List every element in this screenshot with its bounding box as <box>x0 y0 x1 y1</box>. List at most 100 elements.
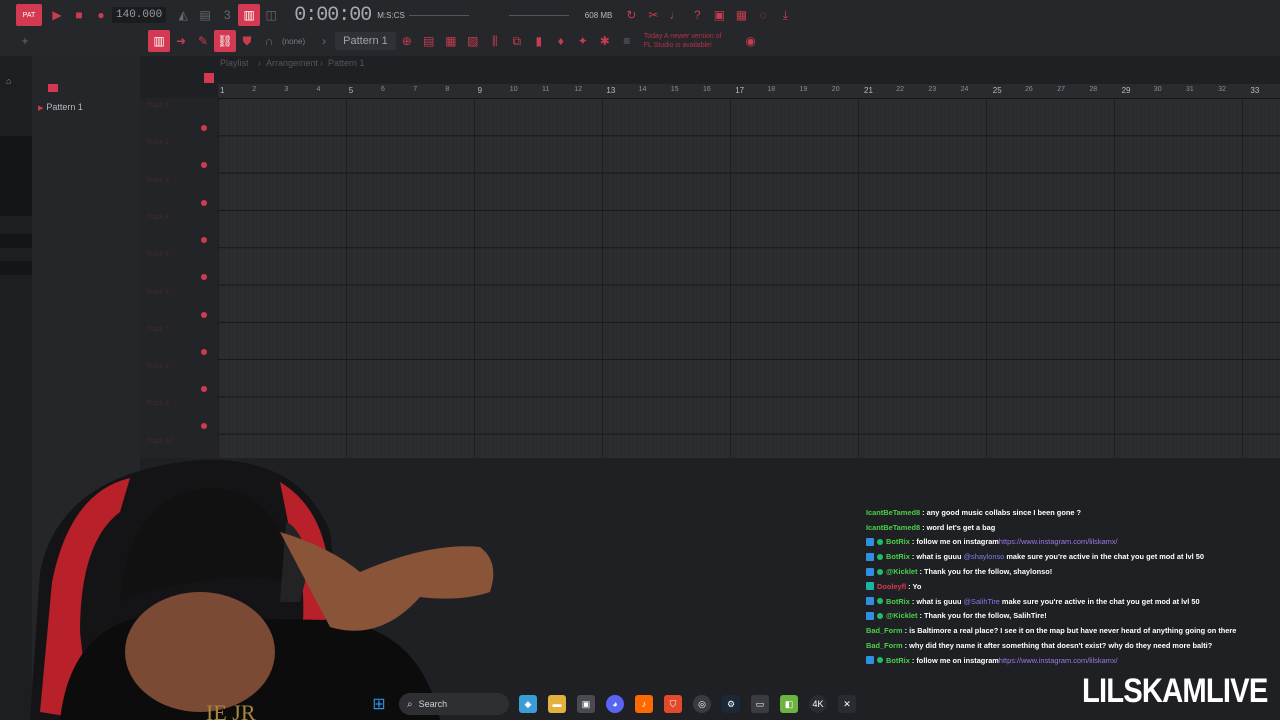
download-icon[interactable]: ⤓ <box>774 4 796 26</box>
track-name[interactable]: Track 5 <box>146 251 169 258</box>
playlist-icon[interactable]: ▤ <box>418 30 440 52</box>
track-mute-led[interactable] <box>201 199 207 206</box>
obs-icon[interactable]: ◎ <box>693 695 711 713</box>
plugin-icon[interactable]: ⧉ <box>506 30 528 52</box>
stop-icon[interactable]: ■ <box>68 4 90 26</box>
track-name[interactable]: Track 7 <box>146 326 169 333</box>
windows-start-icon[interactable]: ⊞ <box>370 695 388 713</box>
help-icon[interactable]: ? <box>686 4 708 26</box>
wand-icon[interactable]: ✦ <box>572 30 594 52</box>
playlist-grid[interactable] <box>218 98 1280 458</box>
stamp-icon[interactable]: ⛊ <box>236 30 258 52</box>
master-pitch-slider[interactable] <box>508 14 569 16</box>
record-icon[interactable]: ● <box>90 4 112 26</box>
chat-mention[interactable]: @shaylonso <box>964 552 1005 561</box>
timeline-ruler[interactable]: 1 2 3 4 5 6 7 8 9 10 11 12 13 14 15 16 17 18 19 20 21 22 23 24 2… <box>218 84 1280 98</box>
channel-rack-icon[interactable]: ▧ <box>462 30 484 52</box>
microphone-icon[interactable]: ♩ <box>664 4 686 26</box>
master-volume-slider[interactable] <box>408 14 469 16</box>
file-explorer-icon[interactable]: ▬ <box>548 695 566 713</box>
piano-roll-mode-icon[interactable]: ▥ <box>148 30 170 52</box>
list-icon[interactable]: ≡ <box>616 30 638 52</box>
breadcrumb-pattern[interactable]: Pattern 1 <box>328 58 365 68</box>
store-icon[interactable]: ▣ <box>577 695 595 713</box>
news-panel[interactable]: Today A newer version of FL Studio is av… <box>644 32 722 50</box>
chat-username[interactable]: IcantBeTamed8 <box>866 523 920 532</box>
tools-icon[interactable]: ✂ <box>642 4 664 26</box>
browser-icon[interactable]: ▮ <box>528 30 550 52</box>
mixer-icon[interactable]: ▦ <box>730 4 752 26</box>
track-mute-led[interactable] <box>201 236 207 243</box>
picker-icon[interactable] <box>48 84 58 92</box>
step-edit-icon[interactable]: ◫ <box>260 4 282 26</box>
save-icon[interactable]: ▣ <box>708 4 730 26</box>
app-icon[interactable]: ▭ <box>751 695 769 713</box>
track-mute-led[interactable] <box>201 386 207 393</box>
brave-icon[interactable]: ⛉ <box>664 695 682 713</box>
chat-username[interactable]: @Kicklet <box>886 611 917 620</box>
link-icon[interactable]: ⛓ <box>214 30 236 52</box>
pencil-icon[interactable]: ✎ <box>192 30 214 52</box>
track-name[interactable]: Track 1 <box>146 102 169 109</box>
track-name[interactable]: Track 3 <box>146 177 169 184</box>
time-display[interactable]: 0:00:00 <box>294 4 372 27</box>
track-mute-led[interactable] <box>201 423 207 430</box>
loop-record-icon[interactable]: ▥ <box>238 4 261 26</box>
pin-icon[interactable]: ♦ <box>550 30 572 52</box>
breadcrumb-arrangement[interactable]: Arrangement <box>266 58 318 68</box>
track-mute-led[interactable] <box>201 162 207 169</box>
track-mute-led[interactable] <box>201 348 207 355</box>
track-name[interactable]: Track 4 <box>146 214 169 221</box>
snap-select[interactable]: (none) <box>282 37 305 46</box>
playlist-menu-icon[interactable] <box>204 73 214 83</box>
pattern-list-item[interactable]: ▶ Pattern 1 <box>38 102 83 112</box>
step-sequencer-icon[interactable]: ▦ <box>440 30 462 52</box>
chat-link[interactable]: https://www.instagram.com/lilskamx/ <box>999 656 1118 665</box>
chat-username[interactable]: BotRix <box>886 597 910 606</box>
chat-username[interactable]: Bad_Form <box>866 641 903 650</box>
fx-icon[interactable]: ✱ <box>594 30 616 52</box>
browser-tag-icon[interactable]: ⌂ <box>6 76 11 86</box>
track-name[interactable]: Track 6 <box>146 289 169 296</box>
minecraft-icon[interactable]: ◧ <box>780 695 798 713</box>
pattern-selector[interactable]: Pattern 1 <box>335 32 396 50</box>
chat-username[interactable]: Bad_Form <box>866 626 903 635</box>
refresh-icon[interactable]: ↻ <box>620 4 642 26</box>
add-pattern-icon[interactable]: ⊕ <box>396 30 418 52</box>
breadcrumb-playlist[interactable]: Playlist <box>220 58 249 68</box>
chat-username[interactable]: Dooleyfl <box>877 582 906 591</box>
steam-icon[interactable]: ⚙ <box>722 695 740 713</box>
chat-mention[interactable]: @SalihTire <box>964 597 1000 606</box>
pattern-song-toggle[interactable]: PAT <box>16 4 42 26</box>
track-name[interactable]: Track 9 <box>146 400 169 407</box>
chat-username[interactable]: BotRix <box>886 537 910 546</box>
chat-username[interactable]: BotRix <box>886 656 910 665</box>
fl-studio-icon[interactable]: ♪ <box>635 695 653 713</box>
track-name[interactable]: Track 10 <box>146 438 173 445</box>
metronome-icon[interactable]: ◭ <box>172 4 194 26</box>
chat-username[interactable]: @Kicklet <box>886 567 917 576</box>
countdown-icon[interactable]: 3 <box>216 4 238 26</box>
track-mute-led[interactable] <box>201 311 207 318</box>
copilot-icon[interactable]: ◆ <box>519 695 537 713</box>
play-icon[interactable]: ▶ <box>46 4 68 26</box>
track-name[interactable]: Track 2 <box>146 139 169 146</box>
tempo-display[interactable]: 140.000 <box>112 7 167 23</box>
chat-link[interactable]: https://www.instagram.com/lilskamx/ <box>999 537 1118 546</box>
chat-icon[interactable]: ◌ <box>752 4 774 26</box>
discord-icon[interactable]: ◕ <box>606 695 624 713</box>
magnet-icon[interactable]: ∩ <box>258 30 280 52</box>
chat-username[interactable]: IcantBeTamed8 <box>866 508 920 517</box>
track-mute-led[interactable] <box>201 274 207 281</box>
4k-downloader-icon[interactable]: 4K <box>809 695 827 713</box>
crosshair-icon[interactable]: + <box>14 30 36 52</box>
update-icon[interactable]: ◉ <box>740 30 762 52</box>
chat-username[interactable]: BotRix <box>886 552 910 561</box>
chevron-right-icon[interactable]: › <box>313 30 335 52</box>
track-name[interactable]: Track 8 <box>146 363 169 370</box>
wait-icon[interactable]: ▤ <box>194 4 216 26</box>
capcut-icon[interactable]: ✕ <box>838 695 856 713</box>
mixer-window-icon[interactable]: ⫼ <box>484 30 506 52</box>
taskbar-search[interactable]: ⌕ Search <box>399 693 509 715</box>
track-mute-led[interactable] <box>201 125 207 131</box>
